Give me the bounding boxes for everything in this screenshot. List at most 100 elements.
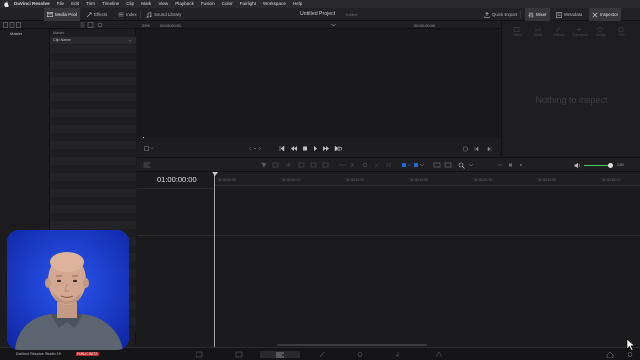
index-button[interactable]: Index xyxy=(118,8,137,21)
tab-image[interactable]: Image xyxy=(591,33,611,37)
speaker-icon[interactable] xyxy=(574,162,581,169)
music-note-icon xyxy=(146,11,152,18)
quick-export-label: Quick Export xyxy=(492,12,518,17)
master-bin[interactable]: Master xyxy=(10,31,22,36)
playhead[interactable] xyxy=(214,174,215,347)
volume-slider[interactable] xyxy=(584,165,610,166)
clip-name-column: Clip Name xyxy=(53,38,71,42)
viewer-options-icon[interactable] xyxy=(144,146,154,151)
viewer[interactable] xyxy=(137,29,500,156)
chevron-down-icon[interactable] xyxy=(128,39,132,42)
ruler-tick-label: 01:00:19:06 xyxy=(410,178,428,182)
top-toolbar: Media Pool Effects Index Sound Library U… xyxy=(0,8,640,21)
effects-icon xyxy=(86,12,92,17)
zoom-level[interactable]: 29% xyxy=(142,23,150,28)
zoom-tools[interactable] xyxy=(433,161,481,169)
clip-row xyxy=(50,53,136,61)
list-view-icons[interactable] xyxy=(80,22,106,28)
timeline-view-options-icon[interactable] xyxy=(143,162,151,168)
playhead-handle[interactable] xyxy=(211,172,218,177)
toolbar-divider xyxy=(520,11,521,18)
timeline-toolbar: DIM xyxy=(137,157,640,172)
effects-button[interactable]: Effects xyxy=(86,8,107,21)
timeline-ruler[interactable]: 01:00:00:00 01:00:06:12 01:00:12:24 01:0… xyxy=(215,172,640,186)
media-pool-label: Media Pool xyxy=(55,12,77,17)
menu-color[interactable]: Color xyxy=(222,0,233,8)
record-timecode: 00:00:00:00 xyxy=(414,22,436,28)
clip-row xyxy=(50,77,136,85)
menu-trim[interactable]: Trim xyxy=(86,0,95,8)
timeline-scrollbar[interactable] xyxy=(277,344,427,346)
webcam-overlay xyxy=(7,230,129,350)
menu-workspace[interactable]: Workspace xyxy=(263,0,286,8)
export-icon xyxy=(484,11,490,18)
menu-fairlight[interactable]: Fairlight xyxy=(240,0,256,8)
menu-view[interactable]: View xyxy=(158,0,168,8)
apple-icon[interactable] xyxy=(4,1,9,7)
chevron-down-icon[interactable] xyxy=(331,23,336,27)
menu-mark[interactable]: Mark xyxy=(141,0,151,8)
tab-file[interactable]: File xyxy=(612,33,632,37)
menu-clip[interactable]: Clip xyxy=(126,0,134,8)
jog-icon[interactable] xyxy=(249,146,261,151)
clip-row xyxy=(50,117,136,125)
edit-tools[interactable] xyxy=(259,161,399,169)
clip-row xyxy=(50,61,136,69)
snap-link-icons[interactable] xyxy=(401,161,425,169)
clip-row xyxy=(50,149,136,157)
column-header[interactable]: Clip Name xyxy=(50,37,136,44)
index-icon xyxy=(118,12,124,17)
timeline[interactable]: 01:00:00:00 01:00:00:00 01:00:06:12 01:0… xyxy=(137,172,640,347)
dim-button[interactable]: DIM xyxy=(617,163,624,167)
home-settings-icons[interactable] xyxy=(606,351,636,358)
inspector-icon xyxy=(592,12,598,17)
page-tabs[interactable] xyxy=(196,351,446,358)
quick-export-button[interactable]: Quick Export xyxy=(484,8,517,21)
inspector-panel: Video Audio Effects Transition Image Fil… xyxy=(501,21,640,156)
tab-effects[interactable]: Effects xyxy=(549,33,569,37)
beta-badge: PUBLIC BETA xyxy=(76,351,99,356)
menu-davinci-resolve[interactable]: DaVinci Resolve xyxy=(14,0,50,8)
ruler-tick-label: 01:00:12:24 xyxy=(346,178,364,182)
mixer-button[interactable]: Mixer xyxy=(525,8,550,21)
menu-fusion[interactable]: Fusion xyxy=(201,0,215,8)
tab-audio[interactable]: Audio xyxy=(528,33,548,37)
menu-bar: DaVinci Resolve File Edit Trim Timeline … xyxy=(0,0,640,8)
tab-video[interactable]: Video xyxy=(507,33,527,37)
toolbar-divider xyxy=(140,11,141,18)
sound-library-button[interactable]: Sound Library xyxy=(146,8,181,21)
menu-file[interactable]: File xyxy=(57,0,64,8)
metadata-button[interactable]: Metadata xyxy=(556,8,582,21)
media-pool-button[interactable]: Media Pool xyxy=(44,8,80,21)
marker-tools[interactable] xyxy=(497,163,523,167)
mark-in-out-icons[interactable] xyxy=(463,146,493,152)
app-name: DaVinci Resolve Studio 19 xyxy=(16,352,61,356)
empty-inspector-message: Nothing to inspect xyxy=(535,95,608,105)
playback-buttons[interactable] xyxy=(279,145,343,152)
transport-controls xyxy=(137,138,500,158)
clip-row xyxy=(50,173,136,181)
ruler-tick-label: 01:00:32:00 xyxy=(538,178,556,182)
ruler-tick-label: 01:00:00:00 xyxy=(218,178,236,182)
header-divider xyxy=(137,188,215,189)
sound-library-label: Sound Library xyxy=(154,12,182,17)
menu-help[interactable]: Help xyxy=(293,0,302,8)
metadata-label: Metadata xyxy=(564,12,583,17)
volume-slider-handle[interactable] xyxy=(608,163,613,168)
tab-transition[interactable]: Transition xyxy=(570,33,590,37)
loop-icon[interactable] xyxy=(335,145,343,152)
timeline-timecode: 01:00:00:00 xyxy=(157,175,197,184)
inspector-button[interactable]: Inspector xyxy=(589,8,622,21)
inspector-label: Inspector xyxy=(600,12,619,17)
project-status: Edited xyxy=(346,12,358,17)
view-toggle-icons[interactable] xyxy=(3,22,21,28)
clip-row xyxy=(50,109,136,117)
media-pool-icon xyxy=(47,12,53,17)
menu-edit[interactable]: Edit xyxy=(71,0,79,8)
menu-timeline[interactable]: Timeline xyxy=(102,0,119,8)
mixer-icon xyxy=(528,12,534,17)
project-title: Untitled Project xyxy=(300,11,336,17)
clip-row xyxy=(50,125,136,133)
menu-playback[interactable]: Playback xyxy=(175,0,194,8)
clip-row xyxy=(50,69,136,77)
